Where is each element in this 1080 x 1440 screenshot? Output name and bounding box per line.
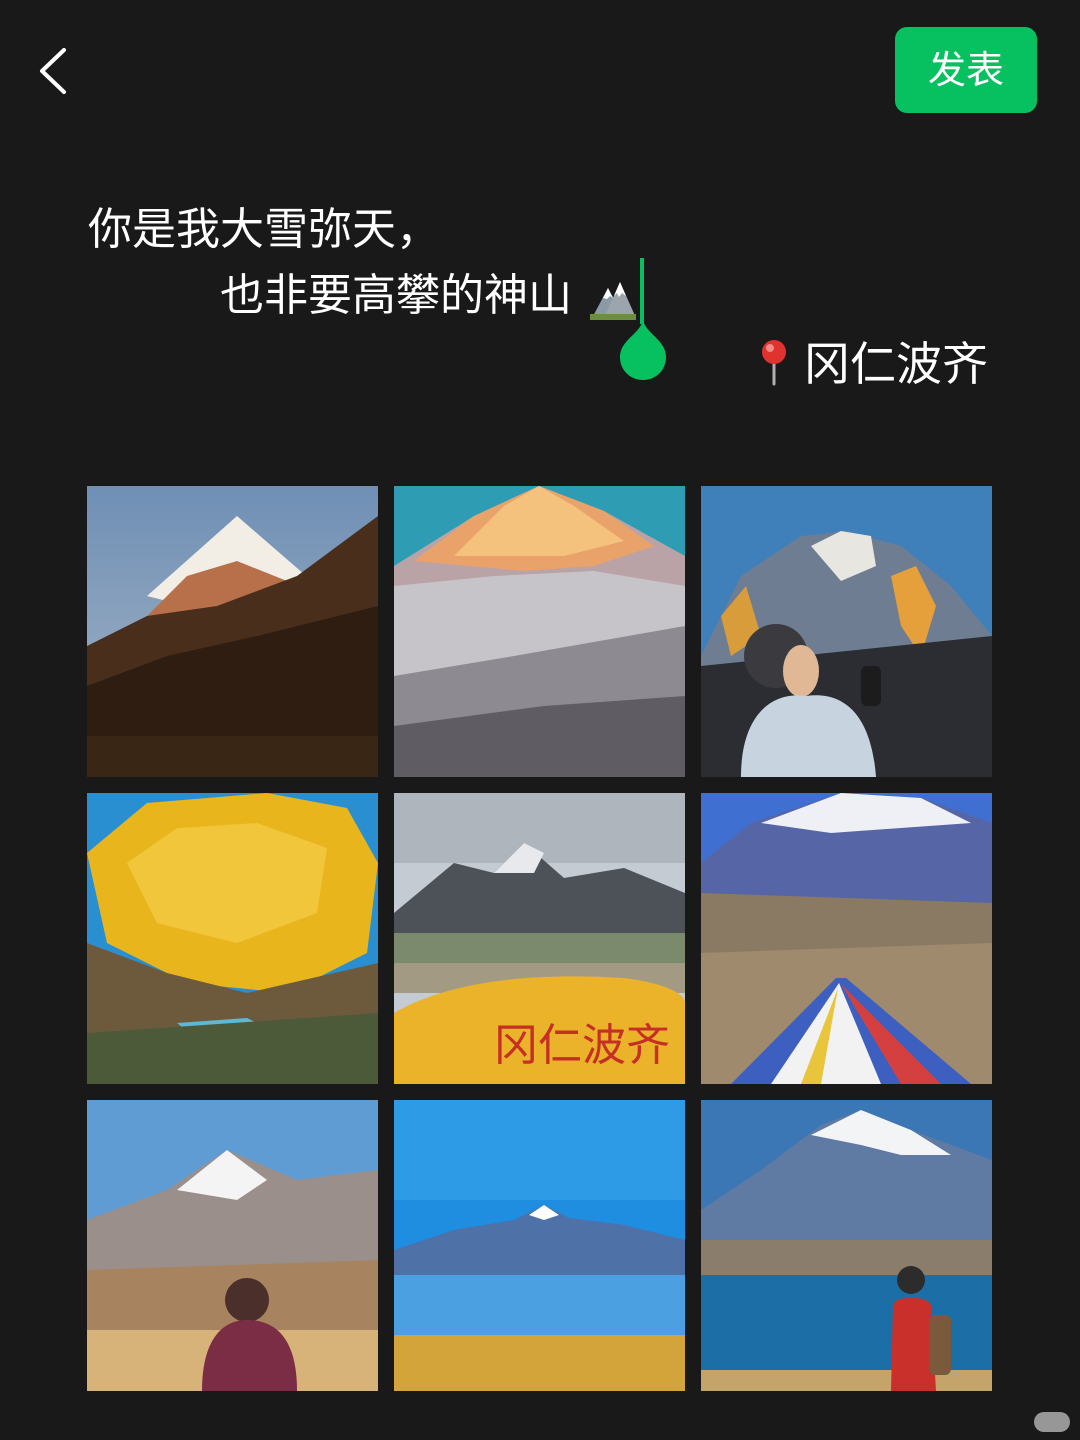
- caption-line-2: 也非要高攀的神山: [220, 270, 572, 321]
- photo-grid: 冈仁波齐: [87, 486, 992, 1391]
- photo-9[interactable]: [701, 1100, 992, 1391]
- photo-8[interactable]: [394, 1100, 685, 1391]
- photo-2[interactable]: [394, 486, 685, 777]
- mountain-icon: [590, 282, 636, 320]
- post-text-area[interactable]: 你是我大雪弥天， 也非要高攀的神山 冈仁波齐: [0, 0, 1080, 420]
- cursor-drag-handle[interactable]: [618, 320, 668, 382]
- caption-line-1: 你是我大雪弥天，: [88, 204, 440, 255]
- text-cursor: [640, 258, 644, 324]
- round-pushpin-icon: [762, 340, 786, 386]
- location-text: 冈仁波齐: [804, 337, 988, 391]
- photo-1[interactable]: [87, 486, 378, 777]
- photo-5[interactable]: 冈仁波齐: [394, 793, 685, 1084]
- photo-6[interactable]: [701, 793, 992, 1084]
- photo-7[interactable]: [87, 1100, 378, 1391]
- watermark-badge: [1034, 1412, 1070, 1432]
- photo-3[interactable]: [701, 486, 992, 777]
- photo-4[interactable]: [87, 793, 378, 1084]
- photo-5-carved-text: 冈仁波齐: [494, 1020, 670, 1071]
